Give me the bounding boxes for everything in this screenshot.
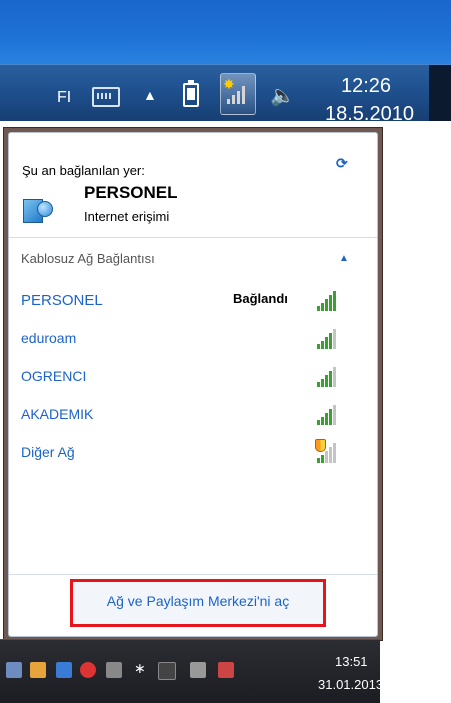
network-row-akademik[interactable]: AKADEMIK <box>9 395 377 433</box>
refresh-icon[interactable]: ⟳ <box>336 155 348 172</box>
top-screenshot-taskbar: FI ▲ ✸ 🔈 12:26 18.5.2010 <box>0 0 451 125</box>
network-flyout: Şu an bağlanılan yer: ⟳ PERSONEL Interne… <box>3 127 383 641</box>
desktop-area <box>0 0 451 64</box>
highlight-box: Ağ ve Paylaşım Merkezi'ni aç <box>70 579 326 627</box>
speaker-icon[interactable]: 🔈 <box>270 83 295 108</box>
network-row-eduroam[interactable]: eduroam <box>9 319 377 357</box>
current-network-name: PERSONEL <box>84 183 178 202</box>
network-row-ogrenci[interactable]: OGRENCI <box>9 357 377 395</box>
tray-app-icon[interactable] <box>80 662 96 678</box>
open-network-sharing-center-link[interactable]: Ağ ve Paylaşım Merkezi'ni aç <box>73 593 323 609</box>
bottom-clock-time[interactable]: 13:51 <box>335 654 368 669</box>
tray-app-icon[interactable] <box>218 662 234 678</box>
collapse-chevron-icon[interactable]: ▲ <box>339 253 349 264</box>
language-indicator[interactable]: FI <box>57 89 71 107</box>
divider <box>9 237 377 238</box>
bluetooth-icon[interactable]: ∗ <box>134 660 150 676</box>
currently-connected-label: Şu an bağlanılan yer: <box>22 163 145 178</box>
wireless-section-title: Kablosuz Ağ Bağlantısı <box>21 251 155 266</box>
network-computer-icon <box>23 195 53 223</box>
network-name: eduroam <box>21 330 77 346</box>
network-name: PERSONEL <box>21 292 103 309</box>
bottom-clock-date[interactable]: 31.01.2013 <box>318 677 383 692</box>
network-name: AKADEMIK <box>21 406 94 422</box>
network-row-other[interactable]: Diğer Ağ <box>9 433 377 471</box>
signal-strength-icon <box>315 365 337 387</box>
signal-strength-icon <box>315 327 337 349</box>
tray-app-icon[interactable] <box>106 662 122 678</box>
network-name: OGRENCI <box>21 368 87 384</box>
battery-icon[interactable] <box>183 80 199 107</box>
clock-date[interactable]: 18.5.2010 <box>325 103 414 126</box>
show-desktop-button[interactable] <box>429 65 451 121</box>
current-network-status: Internet erişimi <box>84 209 170 224</box>
signal-strength-icon <box>315 403 337 425</box>
keyboard-icon[interactable] <box>92 87 120 107</box>
clock-time[interactable]: 12:26 <box>341 75 391 98</box>
bottom-screenshot-taskbar: ∗ 13:51 31.01.2013 <box>0 639 383 703</box>
tray-app-icon[interactable] <box>6 662 22 678</box>
footer-divider <box>9 574 377 575</box>
show-hidden-icons-icon[interactable]: ▲ <box>143 87 157 103</box>
wireless-network-icon[interactable]: ✸ <box>220 73 256 115</box>
network-icon[interactable] <box>158 662 176 680</box>
network-flyout-panel: Şu an bağlanılan yer: ⟳ PERSONEL Interne… <box>8 132 378 637</box>
security-shield-icon <box>315 439 326 452</box>
tray-app-icon[interactable] <box>190 662 206 678</box>
network-name: Diğer Ağ <box>21 444 75 460</box>
signal-strength-warning-icon <box>315 439 337 463</box>
signal-strength-icon <box>315 289 337 311</box>
tray-app-icon[interactable] <box>30 662 46 678</box>
tray-app-icon[interactable] <box>56 662 72 678</box>
connected-status: Bağlandı <box>233 291 288 306</box>
network-row-personel[interactable]: PERSONEL Bağlandı <box>9 281 377 319</box>
system-tray: FI ▲ ✸ 🔈 12:26 18.5.2010 <box>0 64 451 125</box>
